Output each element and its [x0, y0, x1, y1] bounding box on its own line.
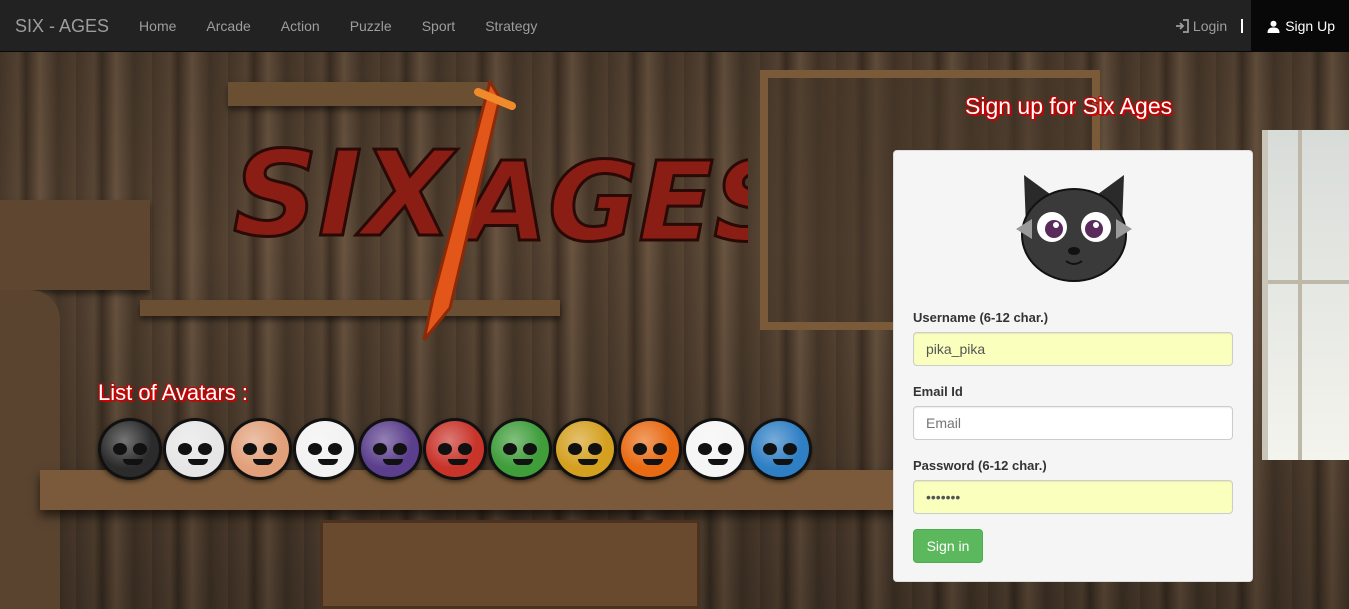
avatar-eye: [568, 443, 582, 455]
avatar-eye: [458, 443, 472, 455]
background-shelf: [0, 200, 150, 290]
username-field[interactable]: [913, 332, 1233, 366]
avatar-mouth: [773, 459, 793, 465]
hawkeye-avatar-icon[interactable]: [358, 418, 422, 480]
avatar-list: [98, 418, 813, 480]
avatar-eye: [698, 443, 712, 455]
avatar-eye: [308, 443, 322, 455]
top-navbar: SIX - AGES Home Arcade Action Puzzle Spo…: [0, 0, 1349, 52]
pumpkin-avatar-icon[interactable]: [618, 418, 682, 480]
avatar-mouth: [253, 459, 273, 465]
avatar-eye: [133, 443, 147, 455]
skeleton-avatar-icon[interactable]: [683, 418, 747, 480]
avatar-eyes: [763, 443, 797, 455]
signup-panel: Username (6-12 char.) Email Id Password …: [893, 150, 1253, 582]
signup-title: Sign up for Six Ages: [965, 93, 1173, 119]
hellboy-avatar-icon[interactable]: [423, 418, 487, 480]
avatar-eyes: [243, 443, 277, 455]
avatar-mouth: [448, 459, 468, 465]
avatar-eyes: [503, 443, 537, 455]
background-window: [1262, 130, 1349, 460]
avatar-mouth: [318, 459, 338, 465]
avatar-eye: [113, 443, 127, 455]
password-label: Password (6-12 char.): [913, 458, 1047, 473]
harley-avatar-icon[interactable]: [293, 418, 357, 480]
ironman-avatar-icon[interactable]: [553, 418, 617, 480]
logo-text-right: AGES: [455, 138, 748, 266]
avatar-eye: [178, 443, 192, 455]
avatar-eye: [328, 443, 342, 455]
user-icon: [1267, 20, 1280, 33]
login-label: Login: [1192, 18, 1228, 34]
avatar-eyes: [633, 443, 667, 455]
avatar-mouth: [123, 459, 143, 465]
avatar-eye: [503, 443, 517, 455]
avatar-eyes: [178, 443, 212, 455]
password-field[interactable]: [913, 480, 1233, 514]
avatar-eye: [243, 443, 257, 455]
avatar-eyes: [308, 443, 342, 455]
email-label: Email Id: [913, 384, 963, 399]
nav-action[interactable]: Action: [266, 0, 335, 52]
background-drawer: [320, 520, 700, 609]
avatar-eyes: [568, 443, 602, 455]
signup-link[interactable]: Sign Up: [1251, 0, 1349, 52]
avatar-eye: [633, 443, 647, 455]
avatar-eye: [198, 443, 212, 455]
login-icon: [1175, 19, 1189, 33]
email-field[interactable]: [913, 406, 1233, 440]
avatar-mouth: [513, 459, 533, 465]
avatar-mouth: [578, 459, 598, 465]
avatar-eye: [763, 443, 777, 455]
avatar-eyes: [698, 443, 732, 455]
avatar-eyes: [438, 443, 472, 455]
logo-text-left: SIX: [233, 125, 458, 263]
nav-home[interactable]: Home: [124, 0, 191, 52]
background-vise: [0, 290, 60, 609]
avatar-eye: [263, 443, 277, 455]
bearded-avatar-icon[interactable]: [228, 418, 292, 480]
nav-arcade[interactable]: Arcade: [191, 0, 265, 52]
hulk-avatar-icon[interactable]: [488, 418, 552, 480]
avatar-eye: [783, 443, 797, 455]
nav-puzzle[interactable]: Puzzle: [335, 0, 407, 52]
avatar-mouth: [708, 459, 728, 465]
cat-avatar-icon: [1016, 175, 1132, 282]
six-ages-logo: SIX AGES: [232, 78, 748, 341]
alien-avatar-icon[interactable]: [748, 418, 812, 480]
avatar-eye: [523, 443, 537, 455]
avatar-mouth: [188, 459, 208, 465]
username-label: Username (6-12 char.): [913, 310, 1049, 325]
avatar-eye: [438, 443, 452, 455]
nav-right: Login Sign Up: [1161, 0, 1349, 52]
reaper-avatar-icon[interactable]: [98, 418, 162, 480]
avatar-eyes: [113, 443, 147, 455]
avatar-eye: [373, 443, 387, 455]
nav-strategy[interactable]: Strategy: [470, 0, 552, 52]
avatar-eye: [393, 443, 407, 455]
nav-sport[interactable]: Sport: [407, 0, 470, 52]
avatar-eye: [718, 443, 732, 455]
avatar-eyes: [373, 443, 407, 455]
avatar-mouth: [383, 459, 403, 465]
sign-in-button[interactable]: Sign in: [913, 529, 983, 563]
avatar-mouth: [643, 459, 663, 465]
avatars-title: List of Avatars :: [98, 380, 249, 405]
nav-divider: [1241, 19, 1244, 33]
login-link[interactable]: Login: [1161, 0, 1241, 52]
brand-link[interactable]: SIX - AGES: [0, 0, 124, 52]
avatar-eye: [653, 443, 667, 455]
mask-avatar-icon[interactable]: [163, 418, 227, 480]
avatar-eye: [588, 443, 602, 455]
signup-label: Sign Up: [1285, 18, 1335, 34]
